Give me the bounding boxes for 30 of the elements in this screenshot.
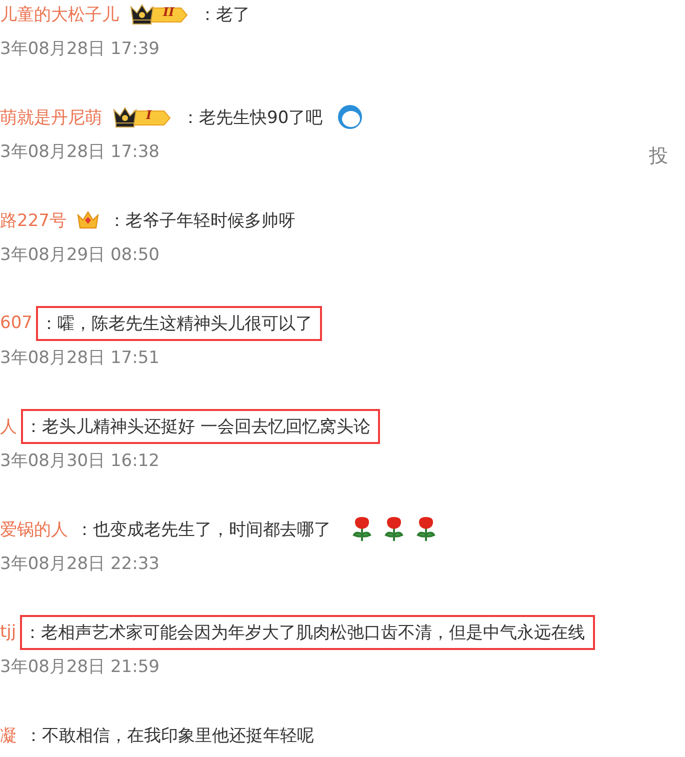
comment-date: 3年08月28日 17:51 <box>0 346 160 368</box>
level-label: I <box>146 108 152 122</box>
report-link[interactable]: 投 <box>649 133 685 169</box>
user-name[interactable]: 凝 <box>0 724 17 746</box>
user-name[interactable]: tjj <box>0 622 16 642</box>
user-name[interactable]: 路227号 <box>0 208 66 232</box>
highlighted-comment: ：老头儿精神头还挺好 一会回去忆回忆窝头论 <box>21 408 380 444</box>
comment-text: ：也变成老先生了，时间都去哪了 <box>75 518 332 542</box>
highlighted-comment: ：老相声艺术家可能会因为年岁大了肌肉松弛口齿不清，但是中气永远在线 <box>20 614 596 650</box>
comment-text: ：老了 <box>198 4 251 26</box>
comment-date: 3年08月29日 08:50 <box>0 244 160 266</box>
comment-date: 3年08月28日 22:33 <box>0 552 160 574</box>
rose-icon <box>415 516 437 542</box>
rose-icon <box>351 516 373 542</box>
rose-icon <box>383 516 405 542</box>
highlighted-comment: ：嚯，陈老先生这精神头儿很可以了 <box>36 306 322 340</box>
user-name[interactable]: 儿童的大松子儿 <box>0 2 119 26</box>
user-name[interactable]: 人 <box>0 414 17 438</box>
level-label: II <box>163 5 174 19</box>
comment-date: 3年08月30日 16:12 <box>0 450 160 472</box>
user-name[interactable]: 爱锅的人 <box>0 518 68 540</box>
round-face-emoji-icon <box>336 104 363 130</box>
user-name[interactable]: 萌就是丹尼萌 <box>0 106 102 128</box>
user-name[interactable]: 607 <box>0 313 32 333</box>
comment-text: ：老爷子年轻时候多帅呀 <box>107 210 296 232</box>
comment-text: ：不敢相信，在我印象里他还挺年轻呢 <box>24 724 315 748</box>
comment-text: ：老先生快90了吧 <box>181 106 324 130</box>
comment-date: 3年08月28日 21:59 <box>0 656 160 678</box>
comment-date: 3年08月28日 17:38 <box>0 140 160 162</box>
comment-date: 3年08月28日 17:39 <box>0 38 160 60</box>
